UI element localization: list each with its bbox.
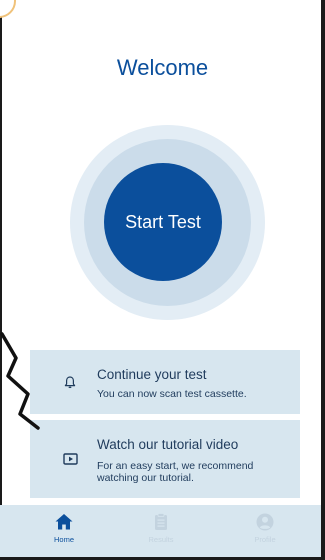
tab-home[interactable]: Home: [14, 505, 114, 557]
user-icon: [255, 512, 275, 532]
bottom-tab-bar: Home Results Profile: [0, 505, 321, 557]
device-frame-left: [0, 0, 2, 560]
tab-profile-label: Profile: [254, 535, 276, 544]
play-video-icon: [62, 451, 78, 467]
tab-results-label: Results: [148, 535, 174, 544]
start-test-button[interactable]: Start Test: [104, 163, 222, 281]
device-frame-right: [321, 0, 325, 560]
corner-circle-decoration: [0, 0, 16, 18]
continue-test-card[interactable]: Continue your test You can now scan test…: [30, 350, 300, 414]
tutorial-video-card[interactable]: Watch our tutorial video For an easy sta…: [30, 420, 300, 498]
continue-test-subtitle: You can now scan test cassette.: [97, 388, 247, 400]
tutorial-video-subtitle: For an easy start, we recommend watching…: [97, 460, 254, 484]
tab-home-label: Home: [53, 535, 74, 544]
tab-profile[interactable]: Profile: [215, 505, 315, 557]
continue-test-title: Continue your test: [97, 367, 207, 382]
clipboard-icon: [151, 512, 171, 532]
tab-results[interactable]: Results: [111, 505, 211, 557]
app-screen: Welcome Start Test Continue your test Yo…: [0, 0, 325, 560]
bell-icon: [62, 374, 78, 390]
page-title: Welcome: [116, 55, 209, 80]
tutorial-video-title: Watch our tutorial video: [97, 437, 239, 452]
home-icon: [54, 512, 74, 532]
